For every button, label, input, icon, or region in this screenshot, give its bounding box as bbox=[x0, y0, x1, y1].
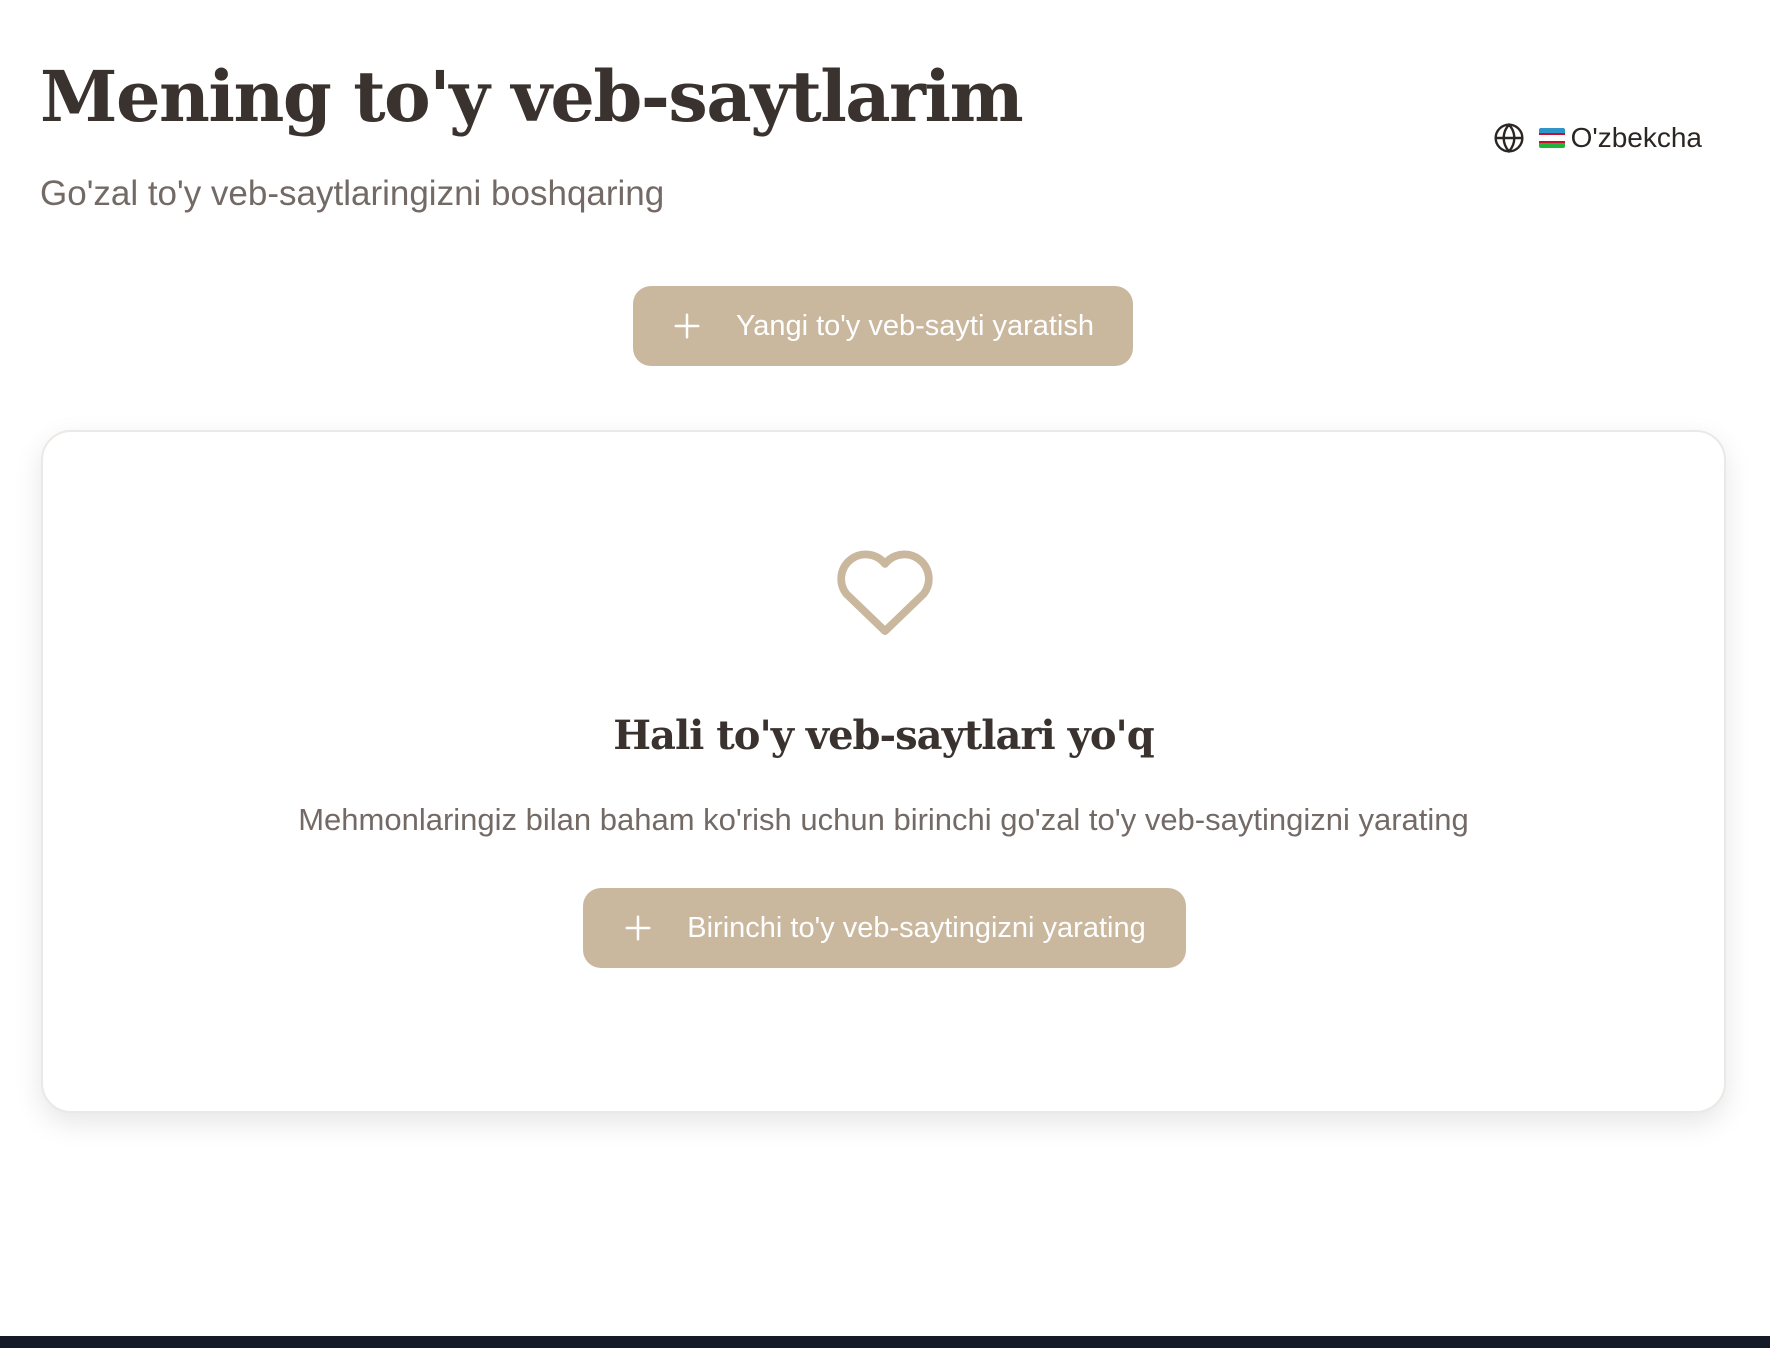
heart-icon bbox=[837, 550, 933, 635]
language-switcher[interactable]: O'zbekcha bbox=[1493, 120, 1702, 156]
page-title: Mening to'y veb-saytlarim bbox=[40, 55, 1024, 138]
footer-bar bbox=[0, 1336, 1770, 1348]
empty-state-description: Mehmonlaringiz bilan baham ko'rish uchun… bbox=[298, 802, 1469, 837]
empty-state-card: Hali to'y veb-saytlari yo'q Mehmonlaring… bbox=[41, 430, 1726, 1113]
page-subtitle: Go'zal to'y veb-saytlaringizni boshqarin… bbox=[40, 174, 665, 213]
create-website-label: Yangi to'y veb-sayti yaratish bbox=[736, 309, 1094, 342]
plus-icon bbox=[674, 313, 700, 339]
empty-state-title: Hali to'y veb-saytlari yo'q bbox=[613, 712, 1154, 759]
uzbekistan-flag-icon bbox=[1538, 128, 1565, 148]
create-first-website-label: Birinchi to'y veb-saytingizni yarating bbox=[687, 911, 1146, 944]
create-first-website-button[interactable]: Birinchi to'y veb-saytingizni yarating bbox=[583, 888, 1186, 968]
globe-icon bbox=[1494, 122, 1524, 154]
plus-icon bbox=[625, 915, 651, 941]
create-website-button[interactable]: Yangi to'y veb-sayti yaratish bbox=[633, 286, 1133, 366]
language-label: O'zbekcha bbox=[1570, 122, 1702, 153]
